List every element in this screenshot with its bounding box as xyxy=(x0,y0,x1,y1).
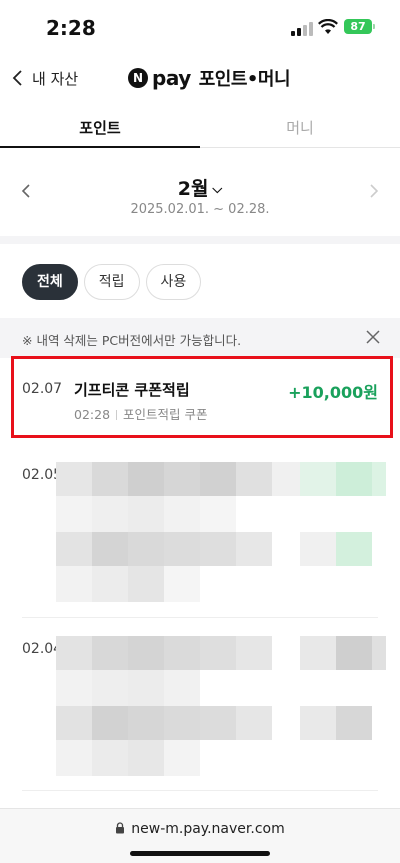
month-selector: 2월 ⌵ 2025.02.01. ~ 02.28. xyxy=(0,160,400,236)
transaction-title: 기프티콘 쿠폰적립 xyxy=(74,381,190,399)
month-date-range: 2025.02.01. ~ 02.28. xyxy=(130,202,270,217)
back-button[interactable]: 내 자산 xyxy=(10,64,78,92)
notice-text: ※ 내역 삭제는 PC버전에서만 가능합니다. xyxy=(22,333,242,348)
blurred-content xyxy=(56,462,386,602)
filter-use[interactable]: 사용 xyxy=(145,264,202,300)
browser-address-bar: new-m.pay.naver.com xyxy=(0,808,400,863)
chevron-left-icon xyxy=(12,70,22,86)
tab-money[interactable]: 머니 xyxy=(200,108,400,148)
transaction-subtitle: 02:28 포인트적립 쿠폰 xyxy=(74,404,208,423)
tab-points[interactable]: 포인트 xyxy=(0,108,200,148)
notice-banner: ※ 내역 삭제는 PC버전에서만 가능합니다. xyxy=(0,318,400,358)
transaction-time: 02:28 xyxy=(74,407,111,422)
blurred-content xyxy=(56,636,386,776)
month-label: 2월 xyxy=(177,178,209,200)
transaction-amount: +10,000원 xyxy=(288,383,378,402)
status-time: 2:28 xyxy=(46,16,96,40)
tab-bar: 포인트 머니 xyxy=(0,108,400,148)
battery-icon: 87 xyxy=(344,19,372,34)
top-navigation: 내 자산 N pay 포인트•머니 xyxy=(0,56,400,100)
page-title-text: 포인트•머니 xyxy=(198,69,291,90)
lock-icon xyxy=(116,822,125,834)
transaction-date: 02.07 xyxy=(22,381,63,397)
page-title: N pay 포인트•머니 xyxy=(128,64,291,92)
filter-earn[interactable]: 적립 xyxy=(83,264,140,300)
divider xyxy=(116,410,118,420)
back-label: 내 자산 xyxy=(32,69,79,88)
chevron-right-icon[interactable] xyxy=(366,182,382,200)
row-divider xyxy=(22,617,378,618)
transaction-category: 포인트적립 쿠폰 xyxy=(123,407,208,422)
url-display[interactable]: new-m.pay.naver.com xyxy=(0,821,400,837)
url-text: new-m.pay.naver.com xyxy=(131,821,285,837)
close-icon[interactable] xyxy=(364,328,382,346)
npay-logo-icon: N xyxy=(128,68,148,88)
chevron-down-icon: ⌵ xyxy=(212,182,223,197)
row-divider xyxy=(22,790,378,791)
wifi-icon xyxy=(318,19,338,34)
month-dropdown[interactable]: 2월 ⌵ xyxy=(0,174,400,201)
cellular-signal-icon xyxy=(291,22,313,36)
section-divider xyxy=(0,236,400,244)
battery-tip xyxy=(373,24,375,29)
status-bar: 2:28 87 xyxy=(0,0,400,56)
pay-wordmark: pay xyxy=(152,66,191,90)
filter-all[interactable]: 전체 xyxy=(22,264,78,300)
filter-chips: 전체 적립 사용 xyxy=(22,264,202,300)
home-indicator[interactable] xyxy=(130,851,270,856)
